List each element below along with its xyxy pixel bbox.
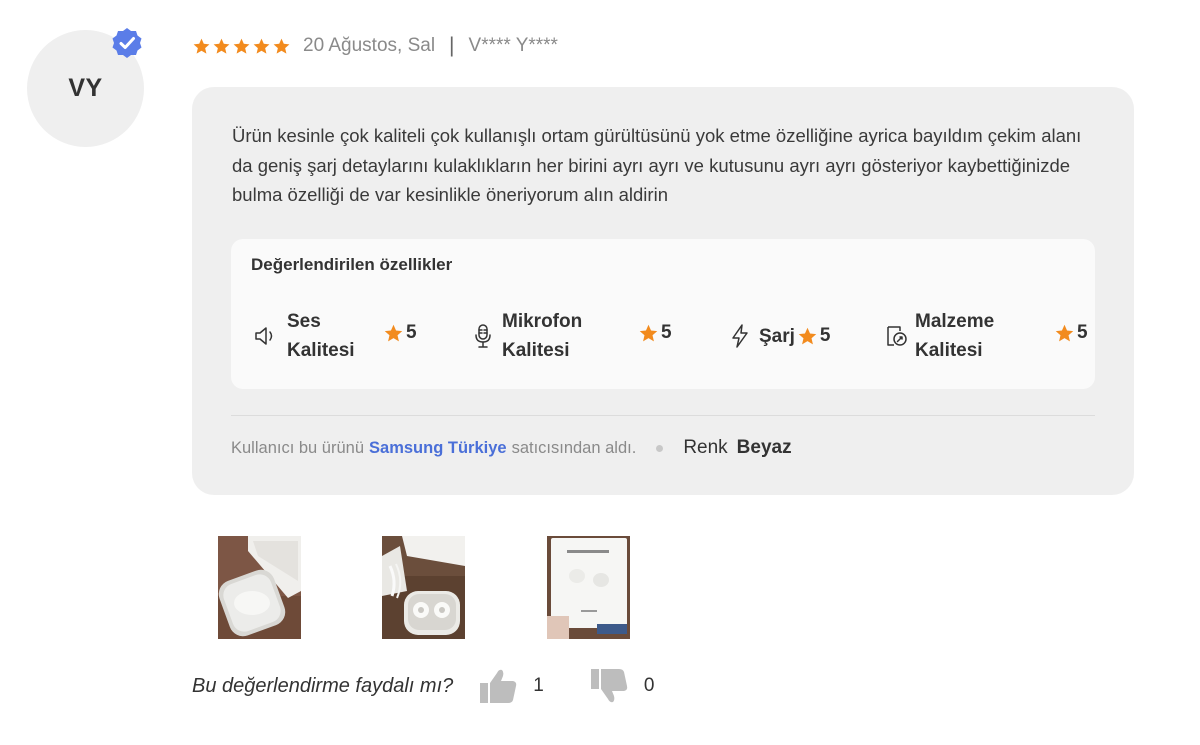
material-icon: [881, 321, 911, 351]
features-title: Değerlendirilen özellikler: [251, 255, 453, 274]
seller-prefix: Kullanıcı bu ürünü: [231, 438, 365, 457]
like-button[interactable]: 1: [477, 665, 544, 707]
like-count: 1: [533, 675, 544, 696]
feature-name: Şarj: [759, 325, 795, 347]
feature-ses-kalitesi: Ses Kalitesi 5: [251, 307, 417, 365]
seller-store-link[interactable]: Samsung Türkiye: [369, 439, 507, 458]
feature-rating: 5: [1054, 322, 1088, 344]
feature-rating-value: 5: [819, 325, 831, 346]
feature-rating-value: 5: [661, 322, 672, 343]
microphone-icon: [468, 321, 498, 351]
rating-stars: [192, 37, 291, 56]
features-panel: Değerlendirilen özellikler Ses Kalitesi …: [231, 239, 1095, 389]
dislike-count: 0: [643, 675, 655, 696]
star-icon: [193, 38, 210, 54]
feature-rating: 5: [797, 325, 831, 347]
review-card: Ürün kesinle çok kaliteli çok kullanışlı…: [192, 87, 1134, 495]
lightning-icon: [725, 321, 755, 351]
feature-name: Mikrofon Kalitesi: [502, 311, 583, 361]
helpful-question: Bu değerlendirme faydalı mı?: [192, 674, 454, 697]
feature-rating: 5: [638, 322, 672, 344]
star-icon: [213, 38, 230, 54]
separator-dot: [656, 444, 664, 452]
feature-rating-value: 5: [1077, 322, 1088, 343]
seller-info: Kullanıcı bu ürünü Samsung Türkiye satıc…: [231, 435, 792, 461]
divider: [231, 415, 1095, 416]
feature-name: Ses Kalitesi: [287, 311, 355, 361]
reviewer-name: V**** Y****: [468, 35, 558, 56]
color-label: Renk: [683, 437, 728, 458]
review-text: Ürün kesinle çok kaliteli çok kullanışlı…: [232, 125, 1082, 205]
color-value: Beyaz: [736, 437, 792, 458]
thumbs-down-icon: [590, 669, 628, 703]
feature-name: Malzeme Kalitesi: [915, 311, 995, 361]
review-date: 20 Ağustos, Sal: [303, 35, 436, 56]
seller-suffix: satıcısından aldı.: [511, 438, 637, 457]
feature-rating-value: 5: [406, 322, 417, 343]
feature-rating: 5: [383, 322, 417, 344]
thumbs-up-icon: [480, 669, 517, 703]
star-icon: [253, 38, 270, 54]
reviewer-initials: VY: [68, 74, 103, 102]
review-photo-2[interactable]: [382, 536, 465, 639]
star-icon: [273, 38, 290, 54]
meta-separator: |: [449, 34, 455, 57]
review-photo-1[interactable]: [218, 536, 301, 639]
verified-badge-icon: [112, 28, 142, 58]
speaker-icon: [251, 321, 281, 351]
helpful-section: Bu değerlendirme faydalı mı? 1 0: [192, 666, 654, 706]
review-photo-3[interactable]: [547, 536, 630, 639]
star-icon: [233, 38, 250, 54]
feature-mikrofon-kalitesi: Mikrofon Kalitesi 5: [468, 307, 672, 365]
feature-sarj: Şarj 5: [725, 307, 831, 365]
dislike-button[interactable]: 0: [588, 665, 655, 707]
feature-malzeme-kalitesi: Malzeme Kalitesi 5: [881, 307, 1088, 365]
review-meta: 20 Ağustos, Sal | V**** Y****: [192, 32, 558, 60]
